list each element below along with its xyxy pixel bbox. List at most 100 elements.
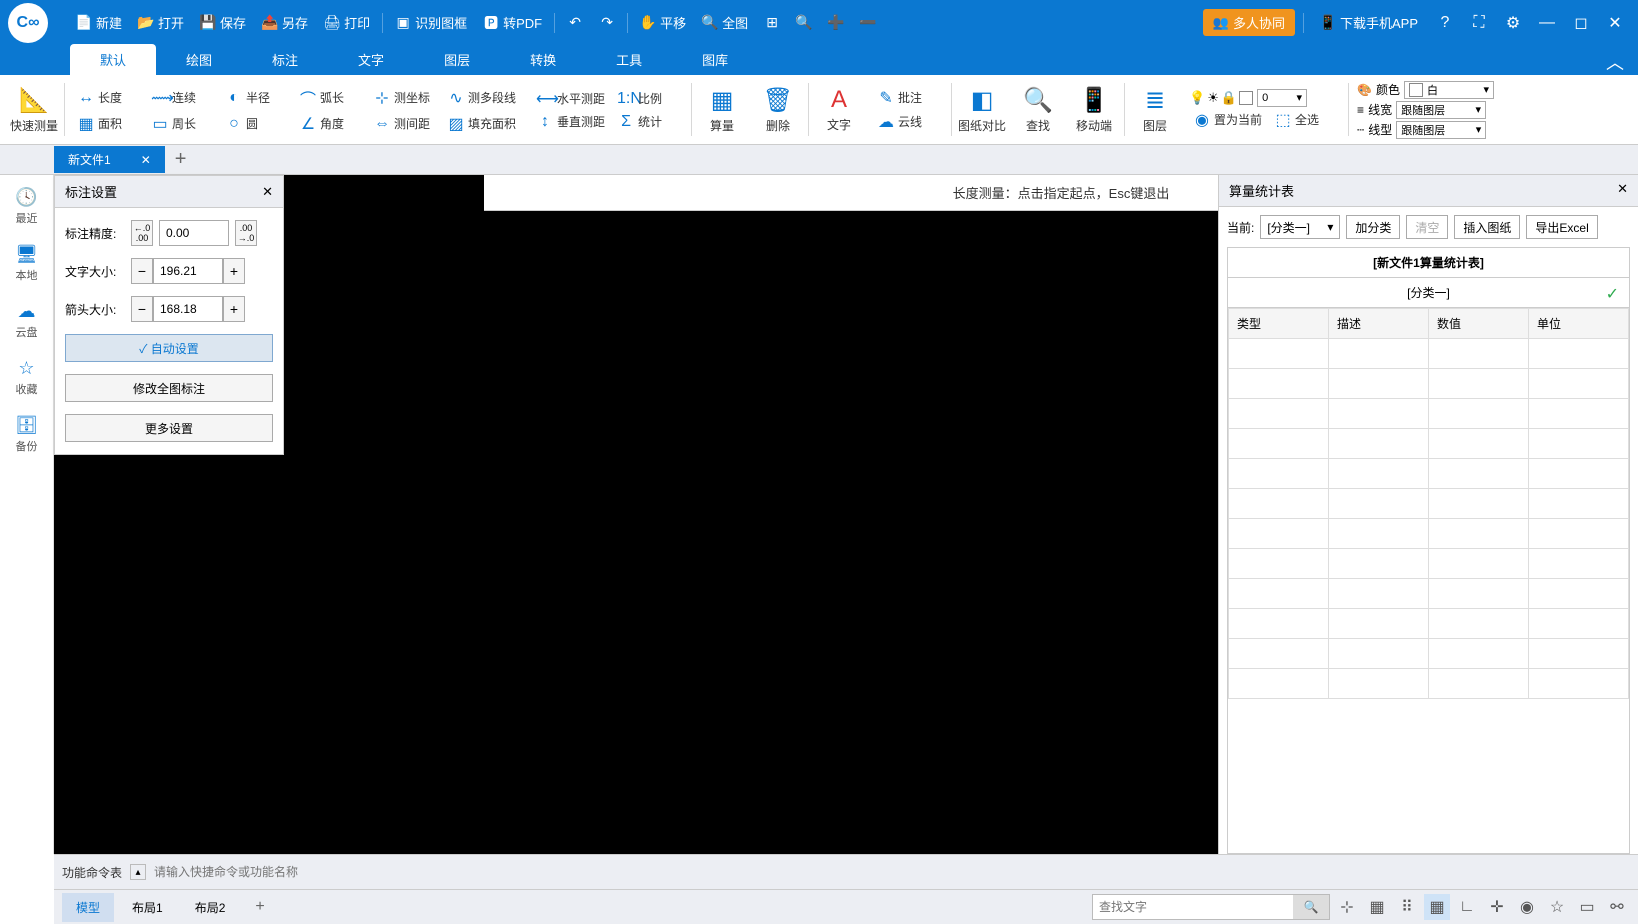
more-settings-button[interactable]: 更多设置 <box>65 414 273 442</box>
find-button[interactable]: 🔍查找 <box>1010 79 1066 140</box>
arrowsize-minus-button[interactable]: − <box>131 296 153 322</box>
collab-button[interactable]: 👥多人协同 <box>1203 9 1295 36</box>
rail-backup[interactable]: 🗄备份 <box>15 415 38 454</box>
zoom-in-button[interactable]: ➕ <box>820 8 852 38</box>
layout-1[interactable]: 布局1 <box>118 893 177 922</box>
document-tab[interactable]: 新文件1✕ <box>54 146 165 173</box>
radius-button[interactable]: ◐半径 <box>221 84 291 112</box>
search-button[interactable]: 🔍 <box>1293 895 1329 919</box>
tab-convert[interactable]: 转换 <box>500 44 586 75</box>
arrowsize-plus-button[interactable]: + <box>223 296 245 322</box>
layer-select[interactable]: 0▾ <box>1257 89 1307 107</box>
vert-dist-button[interactable]: ↕垂直测距 <box>532 111 609 133</box>
angle-button[interactable]: ∠角度 <box>295 112 365 136</box>
layout-model[interactable]: 模型 <box>62 893 114 922</box>
zoom-window-button[interactable]: ⊞ <box>756 8 788 38</box>
fillarea-button[interactable]: ▨填充面积 <box>443 112 520 136</box>
close-button[interactable]: ✕ <box>1600 8 1630 38</box>
precision-increase-button[interactable]: .00→.0 <box>235 220 257 246</box>
zoom-out-button[interactable]: ➖ <box>852 8 884 38</box>
osnap-toggle[interactable]: ▦ <box>1424 894 1450 920</box>
delete-button[interactable]: 🗑删除 <box>750 79 806 140</box>
redo-button[interactable]: ↷ <box>591 8 623 38</box>
tab-text[interactable]: 文字 <box>328 44 414 75</box>
favorite-toggle[interactable]: ☆ <box>1544 894 1570 920</box>
linetype-select[interactable]: 跟随图层▾ <box>1396 121 1486 139</box>
category-select[interactable]: [分类一]▾ <box>1260 215 1340 239</box>
select-all-button[interactable]: ⬚全选 <box>1270 108 1340 132</box>
textsize-input[interactable] <box>153 258 223 284</box>
snap-toggle[interactable]: ⊹ <box>1334 894 1360 920</box>
color-toggle[interactable]: ◉ <box>1514 894 1540 920</box>
download-app-button[interactable]: 📱下载手机APP <box>1312 8 1426 38</box>
tab-annotate[interactable]: 标注 <box>242 44 328 75</box>
color-select[interactable]: 白▾ <box>1404 81 1494 99</box>
rail-favorites[interactable]: ☆收藏 <box>16 358 38 397</box>
polyline-button[interactable]: ∿测多段线 <box>443 84 520 112</box>
length-button[interactable]: ↔长度 <box>73 84 143 112</box>
continuous-button[interactable]: ⟿连续 <box>147 84 217 112</box>
arrowsize-input[interactable] <box>153 296 223 322</box>
topdf-button[interactable]: 🅿转PDF <box>475 8 550 38</box>
pan-button[interactable]: ✋平移 <box>632 8 694 38</box>
grid2-toggle[interactable]: ⠿ <box>1394 894 1420 920</box>
circle-button[interactable]: ○圆 <box>221 112 291 136</box>
save-button[interactable]: 💾保存 <box>192 8 254 38</box>
cloud-line-button[interactable]: ☁云线 <box>873 110 943 134</box>
batch-annotate-button[interactable]: ✎批注 <box>873 86 943 110</box>
maximize-button[interactable]: ◻ <box>1566 8 1596 38</box>
modify-all-button[interactable]: 修改全图标注 <box>65 374 273 402</box>
tab-library[interactable]: 图库 <box>672 44 758 75</box>
textsize-minus-button[interactable]: − <box>131 258 153 284</box>
insert-drawing-button[interactable]: 插入图纸 <box>1454 215 1520 239</box>
ortho-toggle[interactable]: ∟ <box>1454 894 1480 920</box>
tab-tools[interactable]: 工具 <box>586 44 672 75</box>
lineweight-select[interactable]: 跟随图层▾ <box>1396 101 1486 119</box>
minimize-button[interactable]: — <box>1532 8 1562 38</box>
precision-input[interactable] <box>159 220 229 246</box>
settings-button[interactable]: ⚙ <box>1498 8 1528 38</box>
precision-decrease-button[interactable]: ←.0.00 <box>131 220 153 246</box>
undo-button[interactable]: ↶ <box>559 8 591 38</box>
auto-setting-button[interactable]: ✓ 自动设置 <box>65 334 273 362</box>
add-layout-button[interactable]: + <box>243 892 276 922</box>
export-excel-button[interactable]: 导出Excel <box>1526 215 1597 239</box>
rail-local[interactable]: 🖥本地 <box>15 244 38 283</box>
open-button[interactable]: 📂打开 <box>130 8 192 38</box>
clear-button[interactable]: 清空 <box>1406 215 1448 239</box>
add-tab-button[interactable]: + <box>165 148 197 171</box>
polar-toggle[interactable]: ✛ <box>1484 894 1510 920</box>
help-button[interactable]: ? <box>1430 8 1460 38</box>
textsize-plus-button[interactable]: + <box>223 258 245 284</box>
fullview-button[interactable]: 🔍全图 <box>694 8 756 38</box>
close-stats-button[interactable]: ✕ <box>1617 181 1628 200</box>
layout-2[interactable]: 布局2 <box>181 893 240 922</box>
new-button[interactable]: 📄新建 <box>68 8 130 38</box>
area-button[interactable]: ▦面积 <box>73 112 143 136</box>
search-input[interactable] <box>1093 895 1293 919</box>
link-toggle[interactable]: ⚯ <box>1604 894 1630 920</box>
compare-button[interactable]: ◧图纸对比 <box>954 79 1010 140</box>
rail-recent[interactable]: 🕓最近 <box>15 187 37 226</box>
arc-button[interactable]: ⌒弧长 <box>295 84 365 112</box>
add-category-button[interactable]: 加分类 <box>1346 215 1400 239</box>
horiz-dist-button[interactable]: ⟷水平测距 <box>532 87 609 111</box>
calc-button[interactable]: ▦算量 <box>694 79 750 140</box>
coord-button[interactable]: ⊹测坐标 <box>369 84 439 112</box>
ratio-button[interactable]: 1:N比例 <box>613 87 683 111</box>
stat-button[interactable]: Σ统计 <box>613 111 683 133</box>
layer-button[interactable]: ≣图层 <box>1127 79 1183 140</box>
perimeter-button[interactable]: ▭周长 <box>147 112 217 136</box>
zoom-prev-button[interactable]: 🔍 <box>788 8 820 38</box>
set-current-button[interactable]: ◉置为当前 <box>1189 108 1266 132</box>
command-input[interactable] <box>154 861 954 883</box>
recognize-button[interactable]: ▣识别图框 <box>387 8 475 38</box>
command-expand-button[interactable]: ▴ <box>130 864 146 880</box>
category-row[interactable]: [分类一]✓ <box>1228 278 1629 308</box>
text-button[interactable]: A文字 <box>811 79 867 140</box>
fullscreen-button[interactable]: ⛶ <box>1464 8 1494 38</box>
tab-draw[interactable]: 绘图 <box>156 44 242 75</box>
mobile-button[interactable]: 📱移动端 <box>1066 79 1122 140</box>
quick-measure-button[interactable]: 📐快速测量 <box>6 79 62 140</box>
grid-toggle[interactable]: ▦ <box>1364 894 1390 920</box>
